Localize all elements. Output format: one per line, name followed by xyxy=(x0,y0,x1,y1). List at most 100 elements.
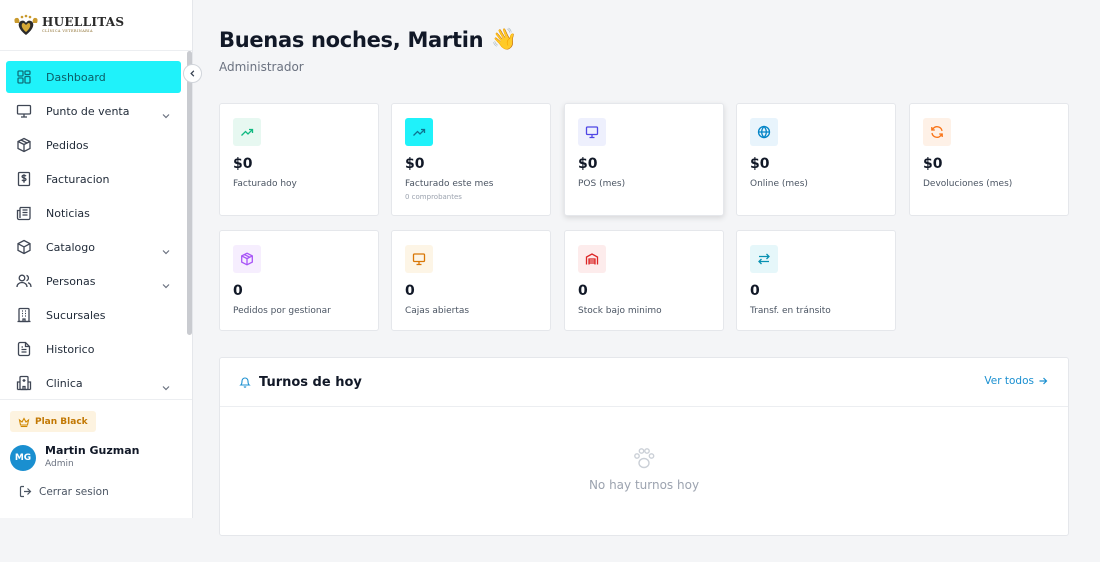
user-profile[interactable]: MG Martin Guzman Admin xyxy=(10,444,139,471)
chevron-down-icon xyxy=(161,242,171,255)
stat-label: Transf. en tránsito xyxy=(750,306,831,316)
sidebar-item-label: Historico xyxy=(46,342,95,356)
warehouse-icon xyxy=(585,253,599,265)
stat-card-pedidos-por-gestionar[interactable]: 0 Pedidos por gestionar xyxy=(219,230,379,331)
hospital-icon xyxy=(16,375,32,391)
empty-message: No hay turnos hoy xyxy=(588,478,700,492)
sidebar-item-label: Clinica xyxy=(46,376,83,390)
stat-icon-box xyxy=(233,245,261,273)
user-role-subtitle: Administrador xyxy=(219,60,304,74)
sidebar-scrollbar[interactable] xyxy=(187,51,192,335)
brand-tagline: CLÍNICA VETERINARIA xyxy=(42,29,93,33)
empty-state: No hay turnos hoy xyxy=(220,446,1068,492)
stat-label: Stock bajo minimo xyxy=(578,306,662,316)
stat-value: 0 xyxy=(405,283,415,299)
stat-value: $0 xyxy=(750,156,770,172)
brand-logo[interactable]: HUELLITAS CLÍNICA VETERINARIA xyxy=(0,0,192,51)
stat-card-devoluciones[interactable]: $0 Devoluciones (mes) xyxy=(909,103,1069,216)
stat-value: 0 xyxy=(578,283,588,299)
stat-card-cajas-abiertas[interactable]: 0 Cajas abiertas xyxy=(391,230,551,331)
sidebar-item-punto-de-venta[interactable]: Punto de venta xyxy=(6,95,181,127)
plan-label: Plan Black xyxy=(35,416,88,427)
dollar-receipt-icon xyxy=(16,171,32,187)
stat-icon-box xyxy=(405,245,433,273)
turnos-panel: Turnos de hoy Ver todos No hay turnos ho… xyxy=(219,357,1069,536)
ver-todos-link[interactable]: Ver todos xyxy=(984,375,1048,387)
main-content: Buenas noches, Martin 👋 Administrador $0… xyxy=(193,0,1100,562)
sidebar-item-label: Sucursales xyxy=(46,308,106,322)
stat-value: $0 xyxy=(233,156,253,172)
user-role: Admin xyxy=(45,459,74,469)
user-name: Martin Guzman xyxy=(45,444,140,457)
stat-card-transferencias[interactable]: 0 Transf. en tránsito xyxy=(736,230,896,331)
stat-icon-box xyxy=(233,118,261,146)
sidebar-item-facturacion[interactable]: Facturacion xyxy=(6,163,181,195)
stat-card-stock-bajo-minimo[interactable]: 0 Stock bajo minimo xyxy=(564,230,724,331)
paw-icon xyxy=(634,448,655,469)
turnos-title: Turnos de hoy xyxy=(259,374,362,390)
stat-label: Cajas abiertas xyxy=(405,306,470,316)
sidebar-item-pedidos[interactable]: Pedidos xyxy=(6,129,181,161)
chevron-left-icon xyxy=(190,70,195,77)
refresh-icon xyxy=(931,126,943,138)
chevron-down-icon xyxy=(161,276,171,289)
stat-label: Devoluciones (mes) xyxy=(923,179,1013,189)
stat-label: POS (mes) xyxy=(578,179,626,189)
sidebar-collapse-button[interactable] xyxy=(183,64,202,83)
sidebar-item-personas[interactable]: Personas xyxy=(6,265,181,297)
stat-label: Facturado este mes xyxy=(405,179,494,189)
stat-label: Facturado hoy xyxy=(233,179,297,189)
stat-card-pos-mes[interactable]: $0 POS (mes) xyxy=(564,103,724,216)
sidebar-item-historico[interactable]: Historico xyxy=(6,333,181,365)
stat-icon-box xyxy=(578,118,606,146)
stat-label: Pedidos por gestionar xyxy=(233,306,331,316)
monitor-icon xyxy=(412,253,426,266)
grid-icon xyxy=(16,69,32,85)
building-icon xyxy=(16,307,32,323)
monitor-icon xyxy=(585,126,599,139)
newspaper-icon xyxy=(16,205,32,221)
sidebar-item-label: Facturacion xyxy=(46,172,110,186)
sidebar-item-sucursales[interactable]: Sucursales xyxy=(6,299,181,331)
file-text-icon xyxy=(16,341,32,357)
stat-icon-box xyxy=(750,245,778,273)
greeting: Buenas noches, Martin 👋 xyxy=(219,27,517,52)
logout-button[interactable]: Cerrar sesion xyxy=(19,485,109,498)
sidebar-item-clinica[interactable]: Clinica xyxy=(6,367,181,399)
waving-hand-icon: 👋 xyxy=(491,27,518,51)
sidebar-item-label: Noticias xyxy=(46,206,90,220)
stat-card-online-mes[interactable]: $0 Online (mes) xyxy=(736,103,896,216)
stat-value: $0 xyxy=(923,156,943,172)
turnos-header: Turnos de hoy Ver todos xyxy=(220,358,1068,407)
package-icon xyxy=(16,137,32,153)
trending-up-icon xyxy=(413,128,426,136)
sidebar-item-label: Pedidos xyxy=(46,138,89,152)
stat-value: 0 xyxy=(233,283,243,299)
stat-card-facturado-hoy[interactable]: $0 Facturado hoy xyxy=(219,103,379,216)
stat-card-facturado-mes[interactable]: $0 Facturado este mes 0 comprobantes xyxy=(391,103,551,216)
avatar: MG xyxy=(10,444,36,471)
box-icon xyxy=(16,239,32,255)
chevron-down-icon xyxy=(161,106,171,119)
sidebar-footer: Plan Black MG Martin Guzman Admin Cerrar… xyxy=(0,399,192,498)
stat-icon-box xyxy=(750,118,778,146)
stat-sublabel: 0 comprobantes xyxy=(405,193,462,201)
sidebar-item-noticias[interactable]: Noticias xyxy=(6,197,181,229)
sidebar-item-label: Punto de venta xyxy=(46,104,130,118)
sidebar-item-catalogo[interactable]: Catalogo xyxy=(6,231,181,263)
crown-icon xyxy=(18,416,30,427)
globe-icon xyxy=(757,125,771,139)
stat-label: Online (mes) xyxy=(750,179,808,189)
plan-badge: Plan Black xyxy=(10,411,96,432)
brand-name: HUELLITAS xyxy=(42,15,125,29)
logout-label: Cerrar sesion xyxy=(39,485,109,498)
page-title: Buenas noches, Martin xyxy=(219,27,484,52)
stat-icon-box xyxy=(578,245,606,273)
bell-icon xyxy=(239,377,251,388)
monitor-icon xyxy=(16,103,32,119)
logout-icon xyxy=(19,485,32,498)
sidebar-item-dashboard[interactable]: Dashboard xyxy=(6,61,181,93)
sidebar-item-label: Dashboard xyxy=(46,70,106,84)
sidebar: HUELLITAS CLÍNICA VETERINARIA Dashboard … xyxy=(0,0,193,518)
package-icon xyxy=(241,252,253,266)
